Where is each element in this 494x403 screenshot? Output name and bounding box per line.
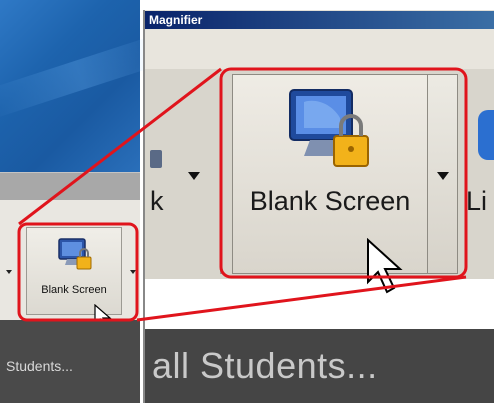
blank-screen-small-label: Blank Screen [41,284,107,296]
partial-icon-right [478,110,494,160]
monitor-with-padlock-icon [289,89,369,167]
magnifier-white-band [145,279,494,329]
partial-button-label-left: k [150,186,164,216]
partial-icon-left [150,150,162,168]
dropdown-arrow-icon[interactable] [188,172,200,180]
dropdown-arrow-icon[interactable] [6,270,12,274]
dropdown-arrow-icon[interactable] [130,270,136,274]
toolbar-top-strip [0,172,140,201]
magnifier-title-bar: Magnifier [145,11,494,29]
mouse-pointer-icon [367,238,403,294]
toolbar-separator [220,74,222,274]
monitor-with-padlock-icon [58,238,92,270]
blank-screen-label: Blank Screen [249,186,411,216]
small-footer-text: Students... [6,358,73,374]
partial-button-label-right: Li [466,186,488,216]
dropdown-arrow-icon [437,172,449,180]
magnifier-top-band [145,29,494,69]
magnifier-footer-text: all Students... [152,345,378,386]
